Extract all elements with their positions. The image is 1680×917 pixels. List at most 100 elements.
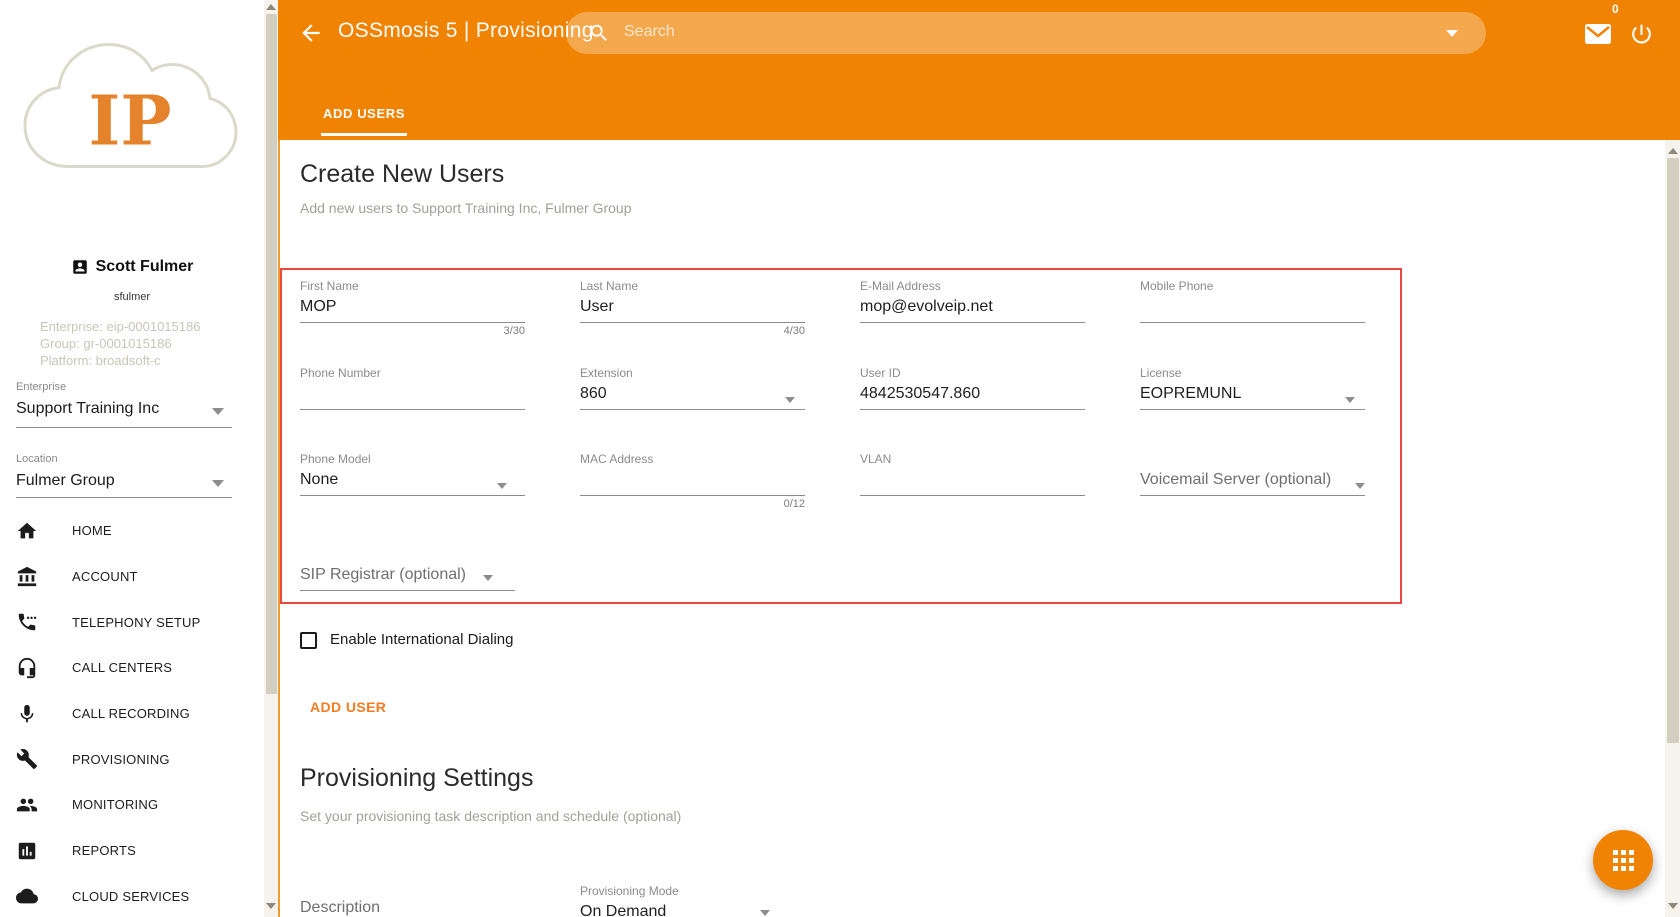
phone-number-input[interactable] [300, 385, 525, 409]
mac-address-field[interactable]: MAC Address 0/12 [580, 452, 805, 510]
license-field[interactable]: License EOPREMUNL [1140, 366, 1365, 410]
mac-address-input[interactable] [580, 471, 805, 495]
enable-international-dialing-checkbox[interactable] [300, 632, 317, 649]
enterprise-select[interactable]: Support Training Inc [16, 400, 159, 418]
license-label: License [1140, 366, 1365, 380]
sidebar-item-account[interactable]: ACCOUNT [0, 554, 250, 600]
field-underline [1140, 322, 1365, 323]
add-user-button[interactable]: ADD USER [310, 699, 386, 715]
field-underline [300, 322, 525, 323]
sidebar-item-telephony-setup[interactable]: TELEPHONY SETUP [0, 599, 250, 645]
phone-model-field[interactable]: Phone Model None [300, 452, 525, 496]
license-select[interactable]: EOPREMUNL [1140, 385, 1365, 409]
license-caret-icon[interactable] [1345, 397, 1355, 403]
location-caret-icon[interactable] [212, 480, 224, 487]
sidebar-item-cloud-services[interactable]: CLOUD SERVICES [0, 874, 250, 917]
phone-model-caret-icon[interactable] [497, 483, 507, 489]
voicemail-server-select[interactable]: Voicemail Server (optional) [1140, 471, 1365, 495]
voicemail-server-spacer [1140, 452, 1365, 466]
location-select-label: Location [16, 453, 58, 465]
power-icon[interactable] [1629, 21, 1654, 47]
user-id-field[interactable]: User ID 4842530547.860 [860, 366, 1085, 410]
phone-model-label: Phone Model [300, 452, 525, 466]
home-icon [16, 520, 38, 542]
last-name-field[interactable]: Last Name User 4/30 [580, 279, 805, 337]
sidebar-scroll-up-icon[interactable] [266, 4, 276, 10]
search-input[interactable]: Search [566, 12, 1486, 54]
sidebar-item-home[interactable]: HOME [0, 508, 250, 554]
voicemail-server-caret-icon[interactable] [1355, 483, 1365, 489]
nav-label: REPORTS [72, 843, 136, 858]
email-input[interactable]: mop@evolveip.net [860, 298, 1085, 322]
nav-label: CLOUD SERVICES [72, 889, 189, 904]
mobile-phone-input[interactable] [1140, 298, 1365, 322]
tab-add-users[interactable]: ADD USERS [321, 102, 407, 133]
first-name-label: First Name [300, 279, 525, 293]
user-login: sfulmer [0, 291, 264, 303]
nav-label: MONITORING [72, 797, 158, 812]
phone-number-label: Phone Number [300, 366, 525, 380]
grid-icon [1613, 850, 1634, 871]
wrench-icon [16, 748, 38, 770]
description-field[interactable]: Description [300, 899, 525, 917]
sip-registrar-field[interactable]: SIP Registrar (optional) [300, 566, 515, 591]
field-underline [580, 495, 805, 496]
user-name: Scott Fulmer [96, 258, 194, 276]
sidebar-item-monitoring[interactable]: MONITORING [0, 782, 250, 828]
mac-address-counter: 0/12 [580, 498, 805, 510]
nav-label: HOME [72, 523, 112, 538]
user-id-label: User ID [860, 366, 1085, 380]
nav-label: TELEPHONY SETUP [72, 615, 200, 630]
location-underline [16, 497, 232, 498]
account-meta: Enterprise: eip-0001015186 Group: gr-000… [40, 318, 200, 369]
sidebar-item-provisioning[interactable]: PROVISIONING [0, 736, 250, 782]
location-select[interactable]: Fulmer Group [16, 472, 115, 490]
last-name-input[interactable]: User [580, 298, 805, 322]
provisioning-mode-field[interactable]: Provisioning Mode On Demand [580, 884, 805, 917]
back-arrow-icon[interactable] [298, 20, 324, 46]
extension-caret-icon[interactable] [785, 397, 795, 403]
phone-model-select[interactable]: None [300, 471, 525, 495]
first-name-field[interactable]: First Name MOP 3/30 [300, 279, 525, 337]
vlan-input[interactable] [860, 471, 1085, 495]
provisioning-mode-caret-icon[interactable] [760, 910, 770, 916]
field-underline [300, 590, 515, 591]
vlan-field[interactable]: VLAN [860, 452, 1085, 496]
voicemail-server-field[interactable]: Voicemail Server (optional) [1140, 452, 1365, 496]
description-input[interactable]: Description [300, 899, 525, 917]
mail-icon[interactable] [1585, 24, 1611, 44]
bank-icon [16, 566, 38, 588]
sidebar-item-reports[interactable]: REPORTS [0, 828, 250, 874]
first-name-input[interactable]: MOP [300, 298, 525, 322]
nav-label: CALL RECORDING [72, 706, 190, 721]
content-scrollbar-thumb[interactable] [1667, 158, 1679, 743]
sidebar-scrollbar-thumb[interactable] [266, 14, 277, 694]
extension-field[interactable]: Extension 860 [580, 366, 805, 410]
vlan-label: VLAN [860, 452, 1085, 466]
headset-icon [16, 657, 38, 679]
mobile-phone-field[interactable]: Mobile Phone [1140, 279, 1365, 323]
sidebar: IP Scott Fulmer sfulmer Enterprise: eip-… [0, 0, 264, 917]
enterprise-caret-icon[interactable] [212, 408, 224, 415]
email-field[interactable]: E-Mail Address mop@evolveip.net [860, 279, 1085, 323]
provisioning-mode-select[interactable]: On Demand [580, 903, 805, 917]
first-name-counter: 3/30 [300, 325, 525, 337]
user-id-input[interactable]: 4842530547.860 [860, 385, 1085, 409]
extension-select[interactable]: 860 [580, 385, 805, 409]
provisioning-settings-title: Provisioning Settings [300, 764, 533, 793]
evolve-ip-logo: IP [14, 30, 246, 195]
phone-number-field[interactable]: Phone Number [300, 366, 525, 410]
sidebar-item-call-recording[interactable]: CALL RECORDING [0, 691, 250, 737]
content-scroll-up-icon[interactable] [1668, 148, 1678, 154]
sip-registrar-caret-icon[interactable] [483, 575, 493, 581]
enterprise-underline [16, 427, 232, 428]
sidebar-scroll-down-icon[interactable] [266, 903, 276, 909]
content-scroll-down-icon[interactable] [1668, 903, 1678, 909]
last-name-label: Last Name [580, 279, 805, 293]
provisioning-settings-subtitle: Set your provisioning task description a… [300, 808, 681, 824]
sidebar-item-call-centers[interactable]: CALL CENTERS [0, 645, 250, 691]
tab-active-underline [321, 133, 407, 136]
field-underline [1140, 409, 1365, 410]
apps-fab-button[interactable] [1593, 830, 1653, 890]
search-dropdown-caret-icon[interactable] [1446, 30, 1458, 37]
